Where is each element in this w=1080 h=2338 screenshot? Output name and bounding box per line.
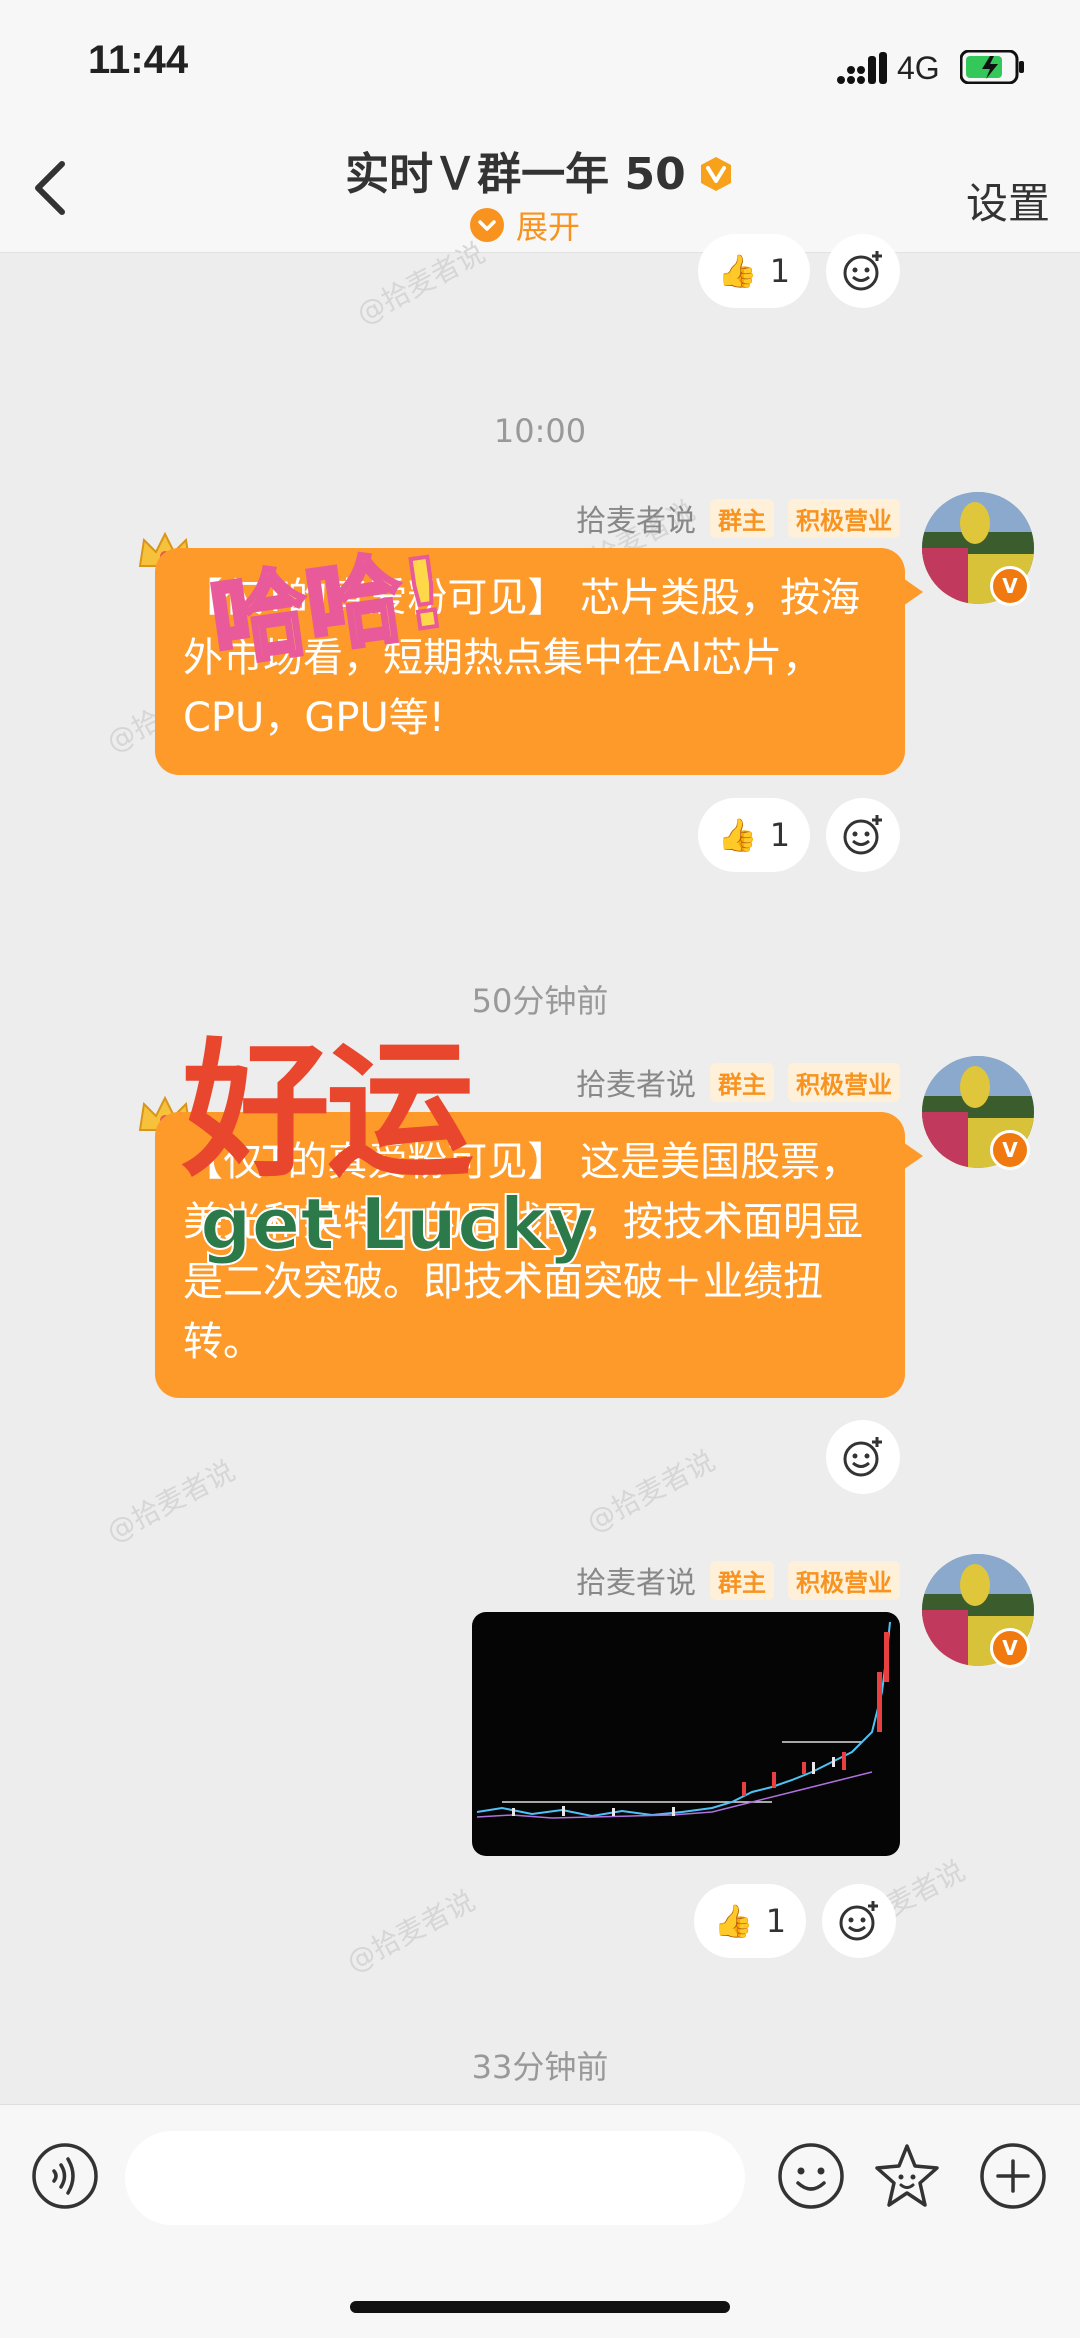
add-reaction-button[interactable] bbox=[822, 1884, 896, 1958]
role-tag-owner: 群主 bbox=[710, 1062, 774, 1102]
home-indicator bbox=[350, 2301, 730, 2313]
watermark: @拾麦者说 bbox=[581, 1443, 721, 1539]
message-timestamp: 10:00 bbox=[493, 412, 587, 450]
thumbs-up-icon: 👍 bbox=[713, 1902, 754, 1940]
status-time: 11:44 bbox=[88, 38, 189, 82]
signal-icon bbox=[837, 52, 887, 84]
role-tag-owner: 群主 bbox=[710, 498, 774, 538]
sender-row: 拾麦者说 群主 积极营业 bbox=[576, 1060, 900, 1104]
input-bar bbox=[0, 2104, 1080, 2338]
watermark: @拾麦者说 bbox=[101, 1453, 241, 1549]
message-input[interactable] bbox=[125, 2131, 745, 2225]
like-reaction[interactable]: 👍 1 bbox=[694, 1884, 806, 1958]
role-tag-active: 积极营业 bbox=[788, 1560, 900, 1600]
smiley-plus-icon bbox=[843, 815, 882, 855]
add-reaction-button[interactable] bbox=[826, 1420, 900, 1494]
verified-icon: V bbox=[990, 566, 1030, 606]
expand-label: 展开 bbox=[516, 208, 581, 246]
smiley-plus-icon bbox=[839, 1901, 878, 1941]
chat-title: 实时Ｖ群一年 50 bbox=[345, 149, 686, 200]
like-reaction[interactable]: 👍 1 bbox=[698, 234, 810, 308]
sender-name: 拾麦者说 bbox=[576, 504, 696, 539]
like-count: 1 bbox=[769, 816, 791, 854]
expand-button[interactable]: 展开 bbox=[470, 202, 580, 248]
like-reaction[interactable]: 👍 1 bbox=[698, 798, 810, 872]
voice-icon[interactable] bbox=[30, 2141, 100, 2211]
thumbs-up-icon: 👍 bbox=[717, 816, 758, 854]
stock-chart-image[interactable] bbox=[472, 1612, 900, 1856]
sticker-get-lucky: get Lucky bbox=[199, 1181, 595, 1267]
status-bar: 11:44 4G bbox=[0, 0, 1080, 120]
smiley-plus-icon bbox=[843, 1437, 882, 1477]
message-timestamp: 50分钟前 bbox=[471, 982, 609, 1020]
sender-name: 拾麦者说 bbox=[576, 1566, 696, 1601]
battery-icon bbox=[960, 50, 1024, 84]
sender-row: 拾麦者说 群主 积极营业 bbox=[576, 496, 900, 540]
settings-button[interactable]: 设置 bbox=[966, 170, 1050, 231]
network-type: 4G bbox=[897, 50, 940, 86]
sender-row: 拾麦者说 群主 积极营业 bbox=[576, 1558, 900, 1602]
verified-icon: V bbox=[990, 1130, 1030, 1170]
smiley-plus-icon bbox=[843, 251, 882, 291]
watermark: @拾麦者说 bbox=[341, 1883, 481, 1979]
sticker-icon[interactable] bbox=[872, 2141, 942, 2211]
add-reaction-button[interactable] bbox=[826, 798, 900, 872]
role-tag-active: 积极营业 bbox=[788, 1062, 900, 1102]
sender-name: 拾麦者说 bbox=[576, 1068, 696, 1103]
chat-header: 实时Ｖ群一年 50 展开 设置 bbox=[0, 120, 1080, 253]
verified-icon: V bbox=[990, 1628, 1030, 1668]
thumbs-up-icon: 👍 bbox=[717, 252, 758, 290]
role-tag-owner: 群主 bbox=[710, 1560, 774, 1600]
add-reaction-button[interactable] bbox=[826, 234, 900, 308]
sticker-good-luck: 好运 bbox=[182, 1025, 474, 1197]
title-container: 实时Ｖ群一年 50 bbox=[0, 138, 1080, 202]
candlestick-chart-thumbnail bbox=[476, 1621, 891, 1819]
vip-badge-icon bbox=[700, 157, 731, 191]
role-tag-active: 积极营业 bbox=[788, 498, 900, 538]
plus-icon[interactable] bbox=[978, 2141, 1048, 2211]
like-count: 1 bbox=[765, 1902, 787, 1940]
message-timestamp: 33分钟前 bbox=[471, 2048, 609, 2086]
emoji-icon[interactable] bbox=[776, 2141, 846, 2211]
like-count: 1 bbox=[769, 252, 791, 290]
